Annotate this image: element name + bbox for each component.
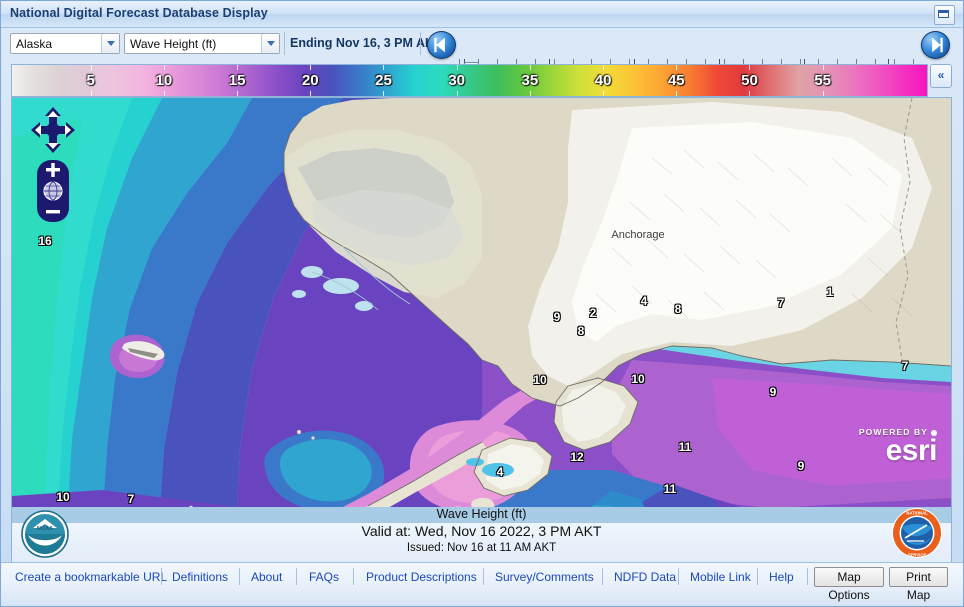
globe-icon [44,182,62,200]
ending-time-label: Ending Nov 16, 3 PM AKT [290,36,442,50]
legend-tick [530,65,531,70]
color-legend: 5 10 15 20 25 30 35 40 45 50 55 [11,64,928,97]
caption-parameter: Wave Height (ft) [12,507,951,521]
footer-links: Create a bookmarkable URL Definitions Abou… [1,563,963,591]
chevron-down-icon[interactable] [261,34,279,53]
caption-issued-time: Issued: Nov 16 at 11 AM AKT [12,542,951,554]
toolbar: Alaska Wave Height (ft) Ending Nov 16, 3… [1,28,963,61]
legend-tick [164,65,165,70]
svg-text:SERVICE: SERVICE [908,553,927,558]
chevron-down-icon[interactable] [101,34,119,53]
caption-valid-time: Valid at: Wed, Nov 16 2022, 3 PM AKT [12,523,951,539]
legend-tick [237,65,238,70]
legend-tick [457,91,458,96]
footer-button-print-map[interactable]: Print Map [889,567,948,587]
page-title: National Digital Forecast Database Displ… [10,6,268,20]
zoom-out-icon [46,210,60,213]
legend-label: 55 [814,72,831,89]
footer-divider [678,568,679,585]
footer-link-about[interactable]: About [251,570,282,584]
legend-tick [530,91,531,96]
legend-label: 5 [87,72,95,89]
legend-tick [823,65,824,70]
restore-window-icon [938,10,949,18]
legend-label: 35 [522,72,539,89]
legend-tick [749,65,750,70]
legend-tick [603,65,604,70]
legend-label: 10 [156,72,173,89]
collapse-legend-icon: « [931,67,951,83]
region-select-value: Alaska [16,37,52,51]
pan-control-icon[interactable] [30,106,76,154]
footer-divider [602,568,603,585]
legend-tick [823,91,824,96]
legend-tick [164,91,165,96]
ndfd-display-window: National Digital Forecast Database Displ… [0,0,964,607]
region-select[interactable]: Alaska [10,33,120,54]
legend-tick [237,91,238,96]
toolbar-divider [420,32,421,55]
collapse-legend-button[interactable]: « [930,64,952,88]
footer-link-product-descriptions[interactable]: Product Descriptions [366,570,477,584]
zoom-control[interactable] [37,160,69,222]
legend-tick [310,91,311,96]
map-caption: Wave Height (ft) Valid at: Wed, Nov 16 2… [12,522,951,562]
legend-label: 50 [741,72,758,89]
legend-tick [91,91,92,96]
legend-tick [676,91,677,96]
footer-button-map-options[interactable]: Map Options [814,567,884,587]
toolbar-divider [284,32,285,55]
legend-tick [383,91,384,96]
footer-link-definitions[interactable]: Definitions [172,570,228,584]
footer-divider [239,568,240,585]
footer-link-mobile-link[interactable]: Mobile Link [690,570,751,584]
parameter-select[interactable]: Wave Height (ft) [124,33,280,54]
footer-divider [353,568,354,585]
forecast-map[interactable]: POWERED BY esri 161079824817710109412111… [12,98,951,523]
svg-text:NATIONAL: NATIONAL [906,511,928,516]
footer-divider [161,568,162,585]
footer-divider [296,568,297,585]
nws-logo: NATIONAL SERVICE [891,507,943,559]
window-title-bar: National Digital Forecast Database Displ… [1,1,963,28]
map-canvas [12,98,951,523]
legend-tick [749,91,750,96]
legend-label: 25 [375,72,392,89]
map-panel: POWERED BY esri 161079824817710109412111… [11,97,952,563]
footer-link-help[interactable]: Help [769,570,794,584]
step-backward-icon [428,32,455,58]
parameter-select-value: Wave Height (ft) [130,37,216,51]
pan-control[interactable] [30,106,76,154]
step-backward-button[interactable] [427,31,456,59]
legend-tick [457,65,458,70]
legend-tick [91,65,92,70]
footer-link-create-a-bookmarkable-url[interactable]: Create a bookmarkable URL [15,570,167,584]
legend-tick [310,65,311,70]
zoom-control-icon[interactable] [37,160,69,222]
footer-divider [483,568,484,585]
footer-link-faqs[interactable]: FAQs [309,570,339,584]
color-legend-labels: 5 10 15 20 25 30 35 40 45 50 55 [12,65,927,96]
legend-tick [383,65,384,70]
legend-label: 20 [302,72,319,89]
step-forward-icon [922,32,949,58]
nws-logo-icon: NATIONAL SERVICE [891,507,943,559]
legend-label: 40 [595,72,612,89]
restore-window-button[interactable] [934,5,955,25]
legend-tick [603,91,604,96]
legend-label: 15 [229,72,246,89]
footer-link-survey-comments[interactable]: Survey/Comments [495,570,594,584]
legend-tick [676,65,677,70]
footer-toolbar: Create a bookmarkable URL Definitions Abou… [1,562,963,606]
legend-label: 30 [448,72,465,89]
step-forward-button[interactable] [921,31,950,59]
footer-divider [807,568,808,585]
noaa-logo-icon: NOAA [20,509,70,559]
footer-divider [757,568,758,585]
legend-label: 45 [668,72,685,89]
noaa-logo: NOAA [20,509,70,559]
svg-text:NOAA: NOAA [37,526,53,532]
footer-link-ndfd-data[interactable]: NDFD Data [614,570,676,584]
